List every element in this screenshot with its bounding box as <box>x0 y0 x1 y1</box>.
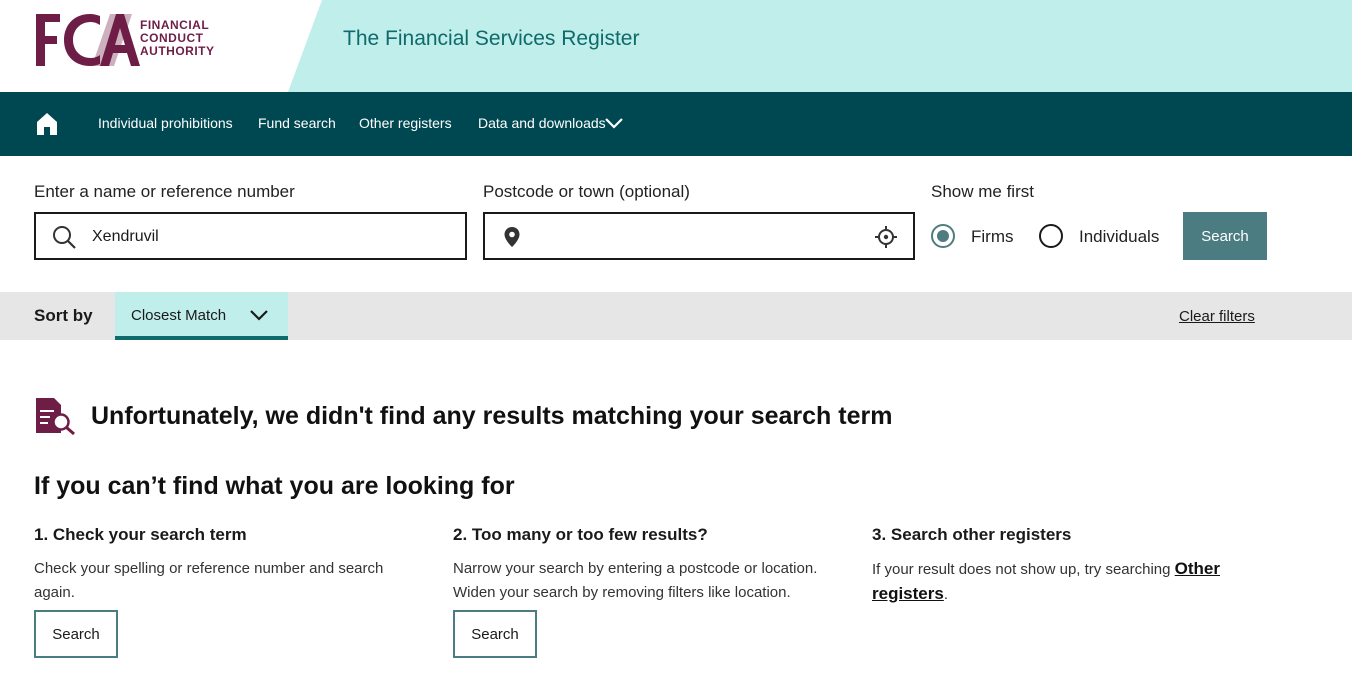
no-results-heading: Unfortunately, we didn't find any result… <box>91 402 893 430</box>
locate-me-icon[interactable] <box>875 226 897 248</box>
postcode-field-label: Postcode or town (optional) <box>483 182 690 201</box>
document-search-icon <box>36 398 75 435</box>
help-col-3-title: 3. Search other registers <box>872 525 1072 544</box>
help-col-1-text: Check your spelling or reference number … <box>34 560 384 601</box>
sort-dropdown[interactable]: Closest Match <box>115 292 288 340</box>
radio-individuals[interactable] <box>1039 224 1063 248</box>
name-search-input[interactable] <box>92 226 452 248</box>
site-title[interactable]: The Financial Services Register <box>343 27 639 51</box>
show-me-first-label: Show me first <box>931 182 1034 201</box>
search-icon <box>53 226 76 249</box>
nav-item-other-registers[interactable]: Other registers <box>359 115 452 131</box>
sort-by-label: Sort by <box>34 306 93 325</box>
radio-individuals-label[interactable]: Individuals <box>1079 227 1159 247</box>
postcode-field[interactable] <box>483 212 915 260</box>
search-button[interactable]: Search <box>1183 212 1267 260</box>
clear-filters-link[interactable]: Clear filters <box>1179 308 1255 325</box>
chevron-down-icon <box>250 310 268 321</box>
sort-bar: Sort by Closest Match Clear filters <box>0 292 1352 340</box>
logo-wordmark: FINANCIAL CONDUCT AUTHORITY <box>140 19 215 58</box>
main-nav: Individual prohibitions Fund search Othe… <box>0 92 1352 156</box>
name-field-label: Enter a name or reference number <box>34 182 295 201</box>
help-col-3-suffix: . <box>943 586 948 603</box>
check-term-search-button[interactable]: Search <box>34 610 118 658</box>
name-search-field[interactable] <box>34 212 467 260</box>
help-col-2-title: 2. Too many or too few results? <box>453 525 708 544</box>
radio-firms[interactable] <box>931 224 955 248</box>
nav-item-fund-search[interactable]: Fund search <box>258 115 336 131</box>
help-col-2-text: Narrow your search by entering a postcod… <box>453 557 853 605</box>
help-col-3-text: If your result does not show up, try sea… <box>872 557 1252 607</box>
results-count-search-button[interactable]: Search <box>453 610 537 658</box>
help-col-3-prefix: If your result does not show up, try sea… <box>872 561 1175 578</box>
help-col-2-line-1: Narrow your search by entering a postcod… <box>453 560 818 577</box>
logo-line-authority: AUTHORITY <box>140 44 215 58</box>
site-header: FINANCIAL CONDUCT AUTHORITY The Financia… <box>0 0 1352 92</box>
sort-selected-value: Closest Match <box>131 307 227 324</box>
home-icon[interactable] <box>36 112 58 136</box>
help-col-2-line-2: Widen your search by removing filters li… <box>453 584 791 601</box>
nav-item-data-and-downloads[interactable]: Data and downloads <box>478 115 606 131</box>
radio-firms-label[interactable]: Firms <box>971 227 1013 247</box>
nav-item-individual-prohibitions[interactable]: Individual prohibitions <box>98 115 233 131</box>
help-col-1-title: 1. Check your search term <box>34 525 247 544</box>
chevron-down-icon[interactable] <box>604 115 624 131</box>
help-heading: If you can’t find what you are looking f… <box>34 472 515 500</box>
location-pin-icon <box>504 227 520 247</box>
postcode-input[interactable] <box>533 226 863 248</box>
